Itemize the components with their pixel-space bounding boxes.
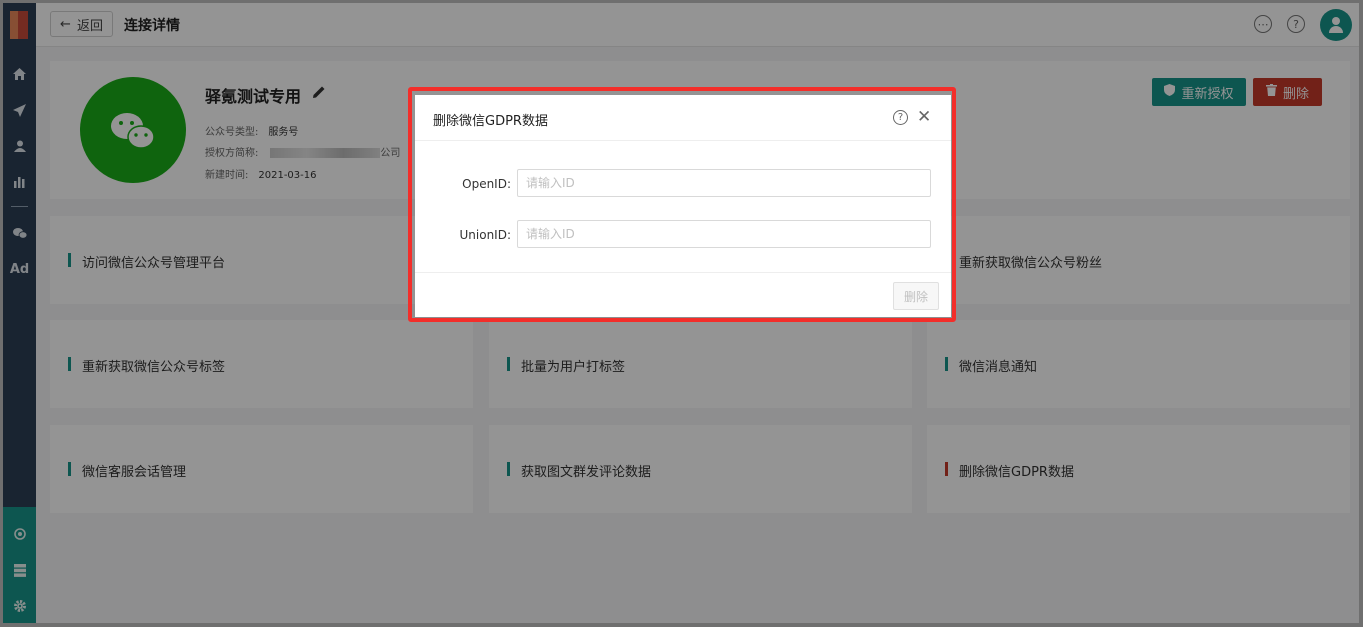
gdpr-delete-modal: 删除微信GDPR数据 ? ✕ OpenID: UnionID: 删除 bbox=[415, 95, 951, 317]
modal-header: 删除微信GDPR数据 ? ✕ bbox=[415, 95, 951, 141]
modal-title: 删除微信GDPR数据 bbox=[433, 114, 548, 129]
close-icon[interactable]: ✕ bbox=[917, 107, 931, 127]
modal-delete-button[interactable]: 删除 bbox=[893, 282, 939, 310]
unionid-label: UnionID: bbox=[459, 228, 512, 242]
modal-footer: 删除 bbox=[415, 272, 951, 317]
openid-input[interactable] bbox=[517, 169, 931, 197]
app-frame: Ad ← 返回 连接详情 ⋯ ? 驿氪测试专用 公众号类型: 服务号 授权方简称… bbox=[3, 3, 1359, 623]
openid-label: OpenID: bbox=[462, 177, 511, 191]
question-icon[interactable]: ? bbox=[893, 110, 908, 125]
unionid-input[interactable] bbox=[517, 220, 931, 248]
